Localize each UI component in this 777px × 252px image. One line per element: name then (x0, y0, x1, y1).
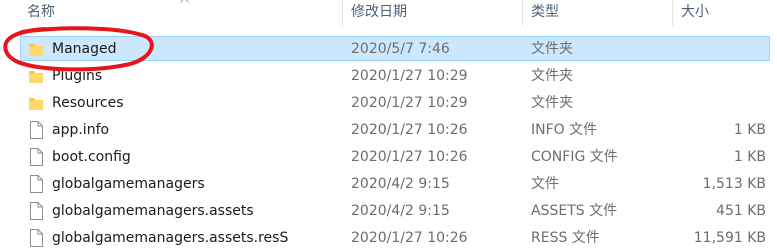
file-type: 文件 (531, 176, 559, 192)
file-name: Plugins (52, 68, 103, 84)
file-size: 1,513 KB (702, 176, 766, 192)
file-date: 2020/1/27 10:29 (351, 95, 468, 111)
file-explorer-list: 名称 修改日期 类型 大小 Managed 2020/5/7 7:46 文件夹 … (0, 0, 777, 252)
file-row-managed[interactable]: Managed 2020/5/7 7:46 文件夹 (0, 36, 777, 63)
file-name: boot.config (52, 149, 131, 165)
file-row-globalgamemanagers[interactable]: globalgamemanagers 2020/4/2 9:15 文件 1,51… (0, 171, 777, 198)
column-divider[interactable] (342, 0, 343, 26)
file-name: Resources (52, 95, 124, 111)
file-name: app.info (52, 122, 110, 138)
file-name: Managed (52, 41, 117, 57)
file-list: Managed 2020/5/7 7:46 文件夹 Plugins 2020/1… (0, 36, 777, 252)
folder-icon (29, 98, 43, 110)
file-icon (30, 175, 43, 193)
file-row-app-info[interactable]: app.info 2020/1/27 10:26 INFO 文件 1 KB (0, 117, 777, 144)
file-row-globalgamemanagers-assets[interactable]: globalgamemanagers.assets 2020/4/2 9:15 … (0, 198, 777, 225)
column-header-date-modified[interactable]: 修改日期 (351, 0, 407, 26)
column-header-size[interactable]: 大小 (681, 0, 709, 26)
folder-icon (29, 44, 43, 56)
file-date: 2020/1/27 10:26 (351, 230, 468, 246)
file-date: 2020/5/7 7:46 (351, 41, 450, 57)
file-icon (30, 202, 43, 220)
column-header-type[interactable]: 类型 (531, 0, 559, 26)
file-size: 451 KB (716, 203, 766, 219)
file-size: 1 KB (733, 122, 766, 138)
file-icon (30, 121, 43, 139)
file-type: 文件夹 (531, 68, 573, 84)
column-divider[interactable] (522, 0, 523, 26)
file-type: RESS 文件 (531, 230, 600, 246)
file-type: ASSETS 文件 (531, 203, 618, 219)
folder-icon (29, 71, 43, 83)
column-divider[interactable] (672, 0, 673, 26)
file-row-globalgamemanagers-assets-ress[interactable]: globalgamemanagers.assets.resS 2020/1/27… (0, 225, 777, 252)
file-date: 2020/1/27 10:26 (351, 122, 468, 138)
file-name: globalgamemanagers.assets (52, 203, 254, 219)
file-date: 2020/4/2 9:15 (351, 203, 450, 219)
file-type: 文件夹 (531, 95, 573, 111)
file-row-boot-config[interactable]: boot.config 2020/1/27 10:26 CONFIG 文件 1 … (0, 144, 777, 171)
file-row-plugins[interactable]: Plugins 2020/1/27 10:29 文件夹 (0, 63, 777, 90)
file-icon (30, 148, 43, 166)
file-row-resources[interactable]: Resources 2020/1/27 10:29 文件夹 (0, 90, 777, 117)
file-size: 11,591 KB (693, 230, 766, 246)
file-size: 1 KB (733, 149, 766, 165)
file-type: 文件夹 (531, 41, 573, 57)
file-name: globalgamemanagers (52, 176, 205, 192)
column-header-row: 名称 修改日期 类型 大小 (0, 0, 777, 26)
file-date: 2020/4/2 9:15 (351, 176, 450, 192)
file-date: 2020/1/27 10:26 (351, 149, 468, 165)
file-type: CONFIG 文件 (531, 149, 618, 165)
sort-up-icon (180, 0, 189, 3)
file-icon (30, 229, 43, 247)
file-date: 2020/1/27 10:29 (351, 68, 468, 84)
column-header-name[interactable]: 名称 (27, 0, 55, 26)
file-name: globalgamemanagers.assets.resS (52, 230, 289, 246)
file-type: INFO 文件 (531, 122, 598, 138)
